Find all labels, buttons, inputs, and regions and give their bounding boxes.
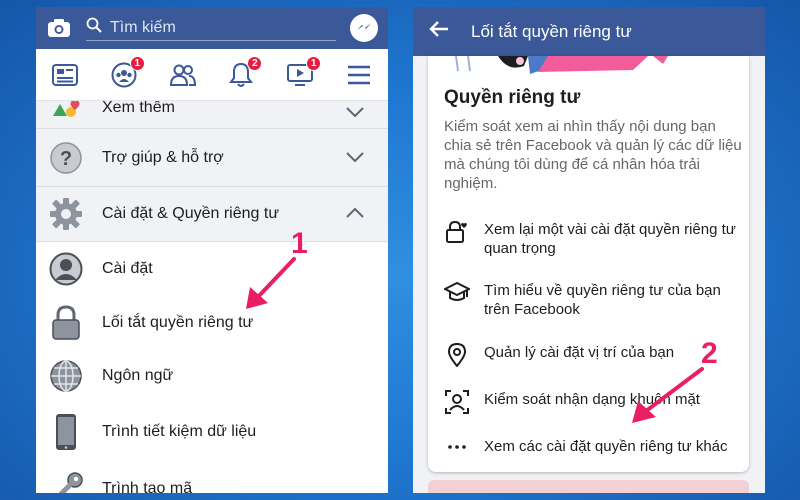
menu-item-settings[interactable]: Cài đặt	[36, 242, 388, 296]
menu-item-label: Xem thêm	[102, 101, 175, 116]
key-icon	[48, 471, 84, 493]
lock-heart-icon	[444, 220, 470, 244]
option-learn-privacy[interactable]: Tìm hiểu về quyền riêng tư của bạn trên …	[428, 281, 749, 319]
menu-item-label: Cài đặt & Quyền riêng tư	[102, 205, 280, 222]
groups-icon[interactable]: 1	[109, 55, 145, 90]
search-field[interactable]	[86, 15, 336, 41]
card-description: Kiểm soát xem ai nhìn thấy nội dung bạn …	[444, 118, 742, 192]
top-bar	[36, 7, 388, 49]
svg-text:?: ?	[60, 148, 72, 170]
card-heading: Quyền riêng tư	[444, 87, 581, 108]
watch-badge: 1	[306, 55, 322, 71]
menu-item-label: Trình tiết kiệm dữ liệu	[102, 423, 257, 440]
search-icon	[86, 17, 102, 38]
back-arrow-icon[interactable]	[429, 21, 449, 42]
friends-icon[interactable]	[168, 60, 198, 90]
chevron-down-icon	[346, 104, 364, 122]
menu-item-label: Cài đặt	[102, 260, 153, 277]
left-screen: 1 2 1 Xem thêm ?	[36, 7, 388, 493]
menu-item-help[interactable]: ? Trợ giúp & hỗ trợ	[36, 129, 388, 187]
top-bar: Lối tắt quyền riêng tư	[413, 7, 765, 56]
menu-item-label: Ngôn ngữ	[102, 367, 174, 384]
option-review-settings[interactable]: Xem lại một vài cài đặt quyền riêng tư q…	[428, 220, 749, 258]
option-text: Kiểm soát nhận dạng khuôn mặt	[484, 391, 700, 408]
step-2-arrow	[632, 367, 704, 423]
messenger-icon[interactable]	[350, 14, 378, 42]
globe-icon	[48, 358, 84, 394]
right-screen: Lối tắt quyền riêng tư Quyền riêng tư Ki…	[413, 7, 765, 493]
chevron-up-icon	[346, 205, 364, 223]
menu-list: Xem thêm ? Trợ giúp & hỗ trợ Cài đặt & Q…	[36, 101, 388, 493]
option-more-privacy-settings[interactable]: Xem các cài đặt quyền riêng tư khác	[428, 437, 749, 456]
groups-badge: 1	[129, 55, 145, 71]
next-card-edge	[428, 480, 749, 493]
menu-item-privacy-shortcuts[interactable]: Lối tắt quyền riêng tư	[36, 296, 388, 350]
gear-icon	[48, 196, 84, 232]
tab-bar: 1 2 1	[36, 49, 388, 101]
option-text: Xem lại một vài cài đặt quyền riêng tư q…	[484, 221, 736, 257]
profile-icon	[48, 251, 84, 287]
menu-item-label: Trợ giúp & hỗ trợ	[102, 148, 224, 166]
search-input[interactable]	[110, 18, 310, 37]
face-recognition-icon	[444, 390, 470, 414]
menu-item-settings-privacy[interactable]: Cài đặt & Quyền riêng tư	[36, 187, 388, 242]
step-1-arrow	[246, 257, 296, 309]
option-text: Xem các cài đặt quyền riêng tư khác	[484, 438, 728, 455]
menu-item-language[interactable]: Ngôn ngữ	[36, 350, 388, 402]
menu-item-label: Trình tạo mã	[102, 480, 193, 493]
page-title: Lối tắt quyền riêng tư	[471, 21, 632, 41]
shapes-icon	[48, 101, 84, 126]
help-icon: ?	[48, 140, 84, 176]
camera-icon[interactable]	[46, 15, 72, 41]
location-pin-icon	[444, 343, 470, 367]
menu-item-see-more[interactable]: Xem thêm	[36, 101, 388, 129]
watch-icon[interactable]: 1	[285, 55, 322, 90]
menu-item-code-generator[interactable]: Trình tạo mã	[36, 462, 388, 493]
graduation-cap-icon	[444, 281, 470, 303]
menu-item-label: Lối tắt quyền riêng tư	[102, 314, 254, 331]
phone-icon	[48, 414, 84, 450]
privacy-illustration	[428, 56, 749, 76]
lock-icon	[48, 305, 84, 341]
notifications-icon[interactable]: 2	[226, 55, 263, 90]
more-dots-icon	[444, 437, 470, 456]
news-feed-icon[interactable]	[50, 60, 80, 90]
menu-item-data-saver[interactable]: Trình tiết kiệm dữ liệu	[36, 402, 388, 462]
notifications-badge: 2	[247, 55, 263, 71]
chevron-down-icon	[346, 149, 364, 167]
content-area: Quyền riêng tư Kiểm soát xem ai nhìn thấ…	[413, 56, 765, 493]
option-text: Tìm hiểu về quyền riêng tư của bạn trên …	[484, 282, 721, 318]
menu-icon[interactable]	[344, 60, 374, 90]
